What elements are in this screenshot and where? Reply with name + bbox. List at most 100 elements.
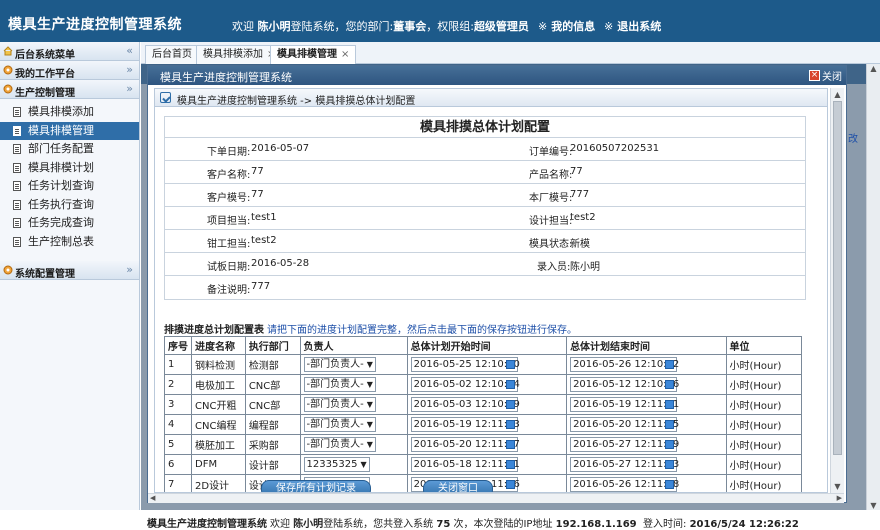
calendar-icon[interactable] bbox=[665, 440, 675, 449]
end-datetime-input[interactable]: 2016-05-27 12:11:13 bbox=[570, 457, 679, 472]
schedule-note: 排摸进度总计划配置表 请把下面的进度计划配置完整，然后点击最下面的保存按钮进行保存… bbox=[164, 321, 577, 336]
my-info-link[interactable]: ※ 我的信息 bbox=[538, 18, 595, 34]
scroll-up-icon[interactable]: ▲ bbox=[867, 64, 880, 73]
start-datetime-input[interactable]: 2016-05-18 12:11:11 bbox=[410, 457, 520, 472]
start-cell: 2016-05-25 12:10:50 bbox=[406, 354, 568, 375]
end-cell: 2016-05-27 12:11:13 bbox=[566, 454, 727, 475]
scroll-down-icon[interactable]: ▼ bbox=[867, 501, 880, 510]
calendar-icon[interactable] bbox=[505, 420, 515, 429]
app-title: 模具生产进度控制管理系统 bbox=[8, 17, 182, 33]
end-value: 2016-05-19 12:11:01 bbox=[573, 399, 680, 410]
tab-home[interactable]: 后台首页 bbox=[145, 45, 199, 64]
panel-label: 我的工作平台 bbox=[15, 69, 75, 80]
panel-system-menu[interactable]: 后台系统菜单 « bbox=[0, 42, 139, 61]
start-datetime-input[interactable]: 2016-05-25 12:10:50 bbox=[410, 357, 520, 372]
expand-icon[interactable]: » bbox=[126, 82, 133, 95]
sidebar-item-exec-query[interactable]: 任务执行查询 bbox=[0, 196, 139, 215]
calendar-icon[interactable] bbox=[505, 400, 515, 409]
footer-welcome: 欢迎 bbox=[270, 519, 290, 530]
breadcrumb: 模具生产进度控制管理系统 -> 模具排摸总体计划配置 bbox=[155, 89, 827, 107]
my-info-label: 我的信息 bbox=[551, 20, 596, 33]
unit-value: 小时(Hour) bbox=[725, 434, 803, 455]
logout-mark: ※ bbox=[604, 20, 614, 33]
step-name: 模胚加工 bbox=[191, 434, 246, 455]
owner-select[interactable]: -部门负责人- ▼ bbox=[303, 357, 376, 372]
footer-login-count: 75 bbox=[436, 519, 451, 530]
owner-select[interactable]: -部门负责人- ▼ bbox=[303, 417, 376, 432]
owner-select[interactable]: 12335325 ▼ bbox=[303, 457, 370, 472]
owner-select[interactable]: -部门负责人- ▼ bbox=[303, 437, 376, 452]
sidebar-item-dept-task[interactable]: 部门任务配置 bbox=[0, 140, 139, 159]
calendar-icon[interactable] bbox=[505, 460, 515, 469]
calendar-icon[interactable] bbox=[505, 360, 515, 369]
calendar-icon[interactable] bbox=[665, 460, 675, 469]
start-datetime-input[interactable]: 2016-05-02 12:10:54 bbox=[410, 377, 520, 392]
save-all-button[interactable]: 保存所有计划记录 bbox=[261, 480, 371, 492]
calendar-icon[interactable] bbox=[505, 480, 515, 489]
dialog-horizontal-scrollbar[interactable]: ◀ ▶ bbox=[148, 493, 844, 503]
sidebar-item-summary[interactable]: 生产控制总表 bbox=[0, 233, 139, 252]
info-row: 下单日期: 2016-05-07 订单编号: 20160507202531 bbox=[165, 138, 805, 161]
sidebar-item-label: 生产控制总表 bbox=[28, 234, 94, 248]
end-datetime-input[interactable]: 2016-05-19 12:11:01 bbox=[570, 397, 680, 412]
order-date-value: 2016-05-07 bbox=[251, 143, 310, 154]
calendar-icon[interactable] bbox=[505, 440, 515, 449]
logout-link[interactable]: ※ 退出系统 bbox=[604, 18, 661, 34]
row-no: 3 bbox=[164, 394, 192, 415]
dialog-vertical-scrollbar[interactable]: ▲ ▼ bbox=[830, 88, 844, 493]
scroll-left-icon[interactable]: ◀ bbox=[150, 494, 155, 502]
owner-select[interactable]: -部门负责人- ▼ bbox=[303, 377, 376, 392]
owner-select[interactable]: -部门负责人- ▼ bbox=[303, 397, 376, 412]
logout-label: 退出系统 bbox=[617, 20, 662, 33]
panel-my-workspace[interactable]: 我的工作平台 » bbox=[0, 61, 139, 80]
sidebar-item-plan-query[interactable]: 任务计划查询 bbox=[0, 177, 139, 196]
start-datetime-input[interactable]: 2016-05-20 12:11:07 bbox=[410, 437, 520, 452]
customer-mold-no-value: 77 bbox=[251, 189, 264, 200]
end-datetime-input[interactable]: 2016-05-20 12:11:05 bbox=[570, 417, 679, 432]
start-cell: 2016-05-18 12:11:11 bbox=[406, 454, 568, 475]
note-hint: 请把下面的进度计划配置完整，然后点击最下面的保存按钮进行保存。 bbox=[267, 325, 577, 336]
page-vertical-scrollbar[interactable]: ▲ ▼ bbox=[866, 64, 880, 510]
sidebar-item-mold-plan[interactable]: 模具排模计划 bbox=[0, 159, 139, 178]
sidebar-item-mold-manage[interactable]: 模具排模管理 bbox=[0, 121, 139, 140]
start-datetime-input[interactable]: 2016-05-03 12:10:59 bbox=[410, 397, 520, 412]
dialog-close-button[interactable]: × 关闭 bbox=[809, 69, 842, 83]
scroll-down-icon[interactable]: ▼ bbox=[831, 480, 844, 493]
start-datetime-input[interactable]: 2016-05-19 12:11:03 bbox=[410, 417, 520, 432]
panel-production-control[interactable]: 生产控制管理 » bbox=[0, 80, 139, 99]
tab-mold-manage[interactable]: 模具排模管理 × bbox=[270, 45, 357, 64]
close-window-button[interactable]: 关闭窗口 bbox=[423, 480, 493, 492]
end-datetime-input[interactable]: 2016-05-26 12:10:52 bbox=[570, 357, 679, 372]
calendar-icon[interactable] bbox=[665, 400, 675, 409]
column-header: 单位 bbox=[725, 336, 803, 355]
welcome-mid: 登陆系统，您的部门: bbox=[290, 20, 394, 33]
dept-name: CNC部 bbox=[244, 394, 301, 415]
scroll-up-icon[interactable]: ▲ bbox=[831, 88, 844, 101]
scroll-thumb[interactable] bbox=[833, 101, 842, 455]
start-value: 2016-05-03 12:10:59 bbox=[413, 399, 520, 410]
calendar-icon[interactable] bbox=[665, 380, 675, 389]
trial-date-value: 2016-05-28 bbox=[251, 258, 310, 269]
remark-value: 777 bbox=[251, 281, 271, 292]
close-icon[interactable]: × bbox=[341, 49, 349, 60]
end-cell: 2016-05-19 12:11:01 bbox=[566, 394, 727, 415]
calendar-icon[interactable] bbox=[665, 480, 675, 489]
unit-value: 小时(Hour) bbox=[725, 374, 803, 395]
background-edit-link: 改 bbox=[848, 134, 858, 145]
calendar-icon[interactable] bbox=[505, 380, 515, 389]
end-datetime-input[interactable]: 2016-05-12 12:10:56 bbox=[570, 377, 679, 392]
calendar-icon[interactable] bbox=[665, 360, 675, 369]
end-datetime-input[interactable]: 2016-05-26 12:11:18 bbox=[570, 477, 679, 492]
end-datetime-input[interactable]: 2016-05-27 12:11:09 bbox=[570, 437, 680, 452]
scroll-right-icon[interactable]: ▶ bbox=[837, 494, 842, 502]
end-value: 2016-05-27 12:11:09 bbox=[573, 439, 680, 450]
sidebar-item-label: 模具排模管理 bbox=[28, 123, 94, 137]
start-value: 2016-05-19 12:11:03 bbox=[413, 419, 520, 430]
expand-icon[interactable]: » bbox=[126, 63, 133, 76]
sidebar-item-mold-add[interactable]: 模具排模添加 bbox=[0, 103, 139, 122]
collapse-icon[interactable]: « bbox=[126, 44, 133, 57]
panel-system-config[interactable]: 系统配置管理 » bbox=[0, 261, 139, 280]
calendar-icon[interactable] bbox=[665, 420, 675, 429]
expand-icon[interactable]: » bbox=[126, 263, 133, 276]
sidebar-item-done-query[interactable]: 任务完成查询 bbox=[0, 214, 139, 233]
